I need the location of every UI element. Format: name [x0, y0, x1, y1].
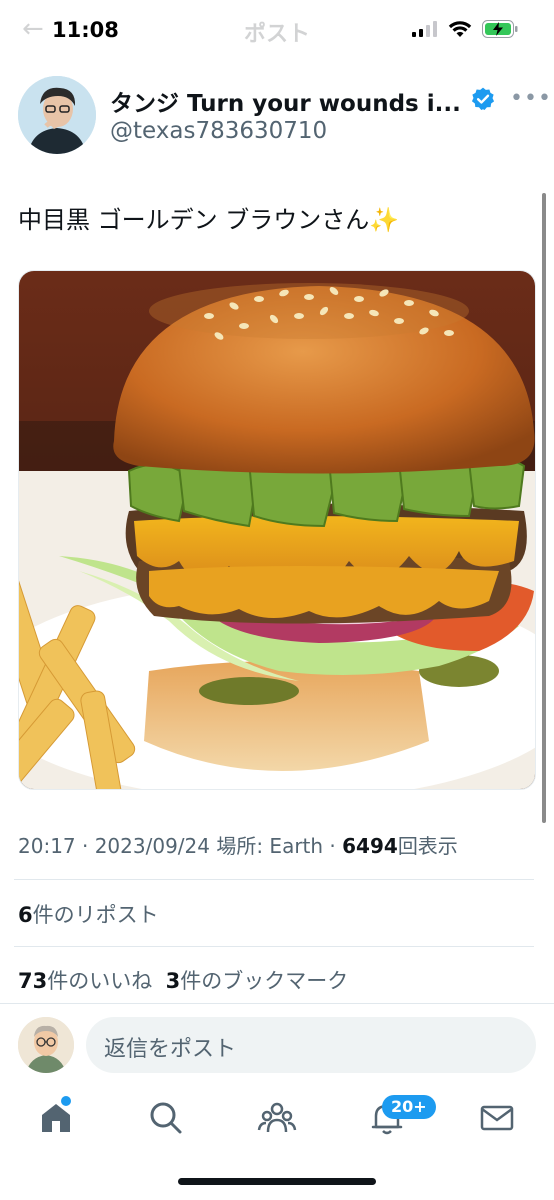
author-avatar[interactable] — [18, 76, 96, 154]
bookmarks-label: 件のブックマーク — [180, 969, 349, 993]
views-count: 6494 — [342, 834, 398, 858]
likes-label: 件のいいね — [47, 969, 153, 993]
reposts-count: 6 — [18, 903, 33, 927]
messages-icon[interactable] — [477, 1098, 517, 1138]
communities-icon[interactable] — [257, 1098, 297, 1138]
divider — [14, 946, 534, 947]
signal-icon — [412, 21, 437, 37]
home-indicator[interactable] — [178, 1178, 376, 1185]
post-media-image[interactable] — [18, 270, 536, 790]
post-timestamp: 20:17 · 2023/09/24 場所: Earth · — [18, 834, 343, 858]
reply-input[interactable]: 返信をポスト — [86, 1017, 536, 1073]
burger-photo — [19, 271, 535, 789]
more-options-icon[interactable]: ••• — [510, 86, 552, 111]
status-bar: 11:08 — [0, 0, 554, 62]
home-unread-dot — [61, 1096, 71, 1106]
divider — [14, 879, 534, 880]
author-display-name[interactable]: タンジ Turn your wounds i... — [110, 84, 461, 118]
bookmarks-stat[interactable]: 3件のブックマーク — [166, 969, 349, 993]
post-text: 中目黒 ゴールデン ブラウンさん✨ — [18, 206, 400, 234]
search-icon[interactable] — [146, 1098, 186, 1138]
reply-placeholder: 返信をポスト — [104, 1037, 237, 1062]
verified-badge-icon — [471, 87, 495, 111]
bookmarks-count: 3 — [165, 969, 181, 993]
reposts-label: 件のリポスト — [32, 903, 159, 927]
notifications-badge: 20+ — [382, 1095, 436, 1119]
post-meta: 20:17 · 2023/09/24 場所: Earth · 6494回表示 — [18, 830, 458, 859]
likes-bookmarks-stat: 73件のいいね 3件のブックマーク — [18, 965, 348, 995]
my-avatar[interactable] — [18, 1017, 74, 1073]
status-time: 11:08 — [52, 18, 119, 42]
author-handle[interactable]: @texas783630710 — [110, 118, 327, 144]
likes-stat[interactable]: 73件のいいね — [18, 969, 152, 993]
views-label: 回表示 — [397, 834, 458, 858]
battery-charging-icon — [482, 20, 518, 38]
divider — [0, 1003, 554, 1004]
likes-count: 73 — [18, 969, 48, 993]
scrollbar[interactable] — [542, 193, 546, 823]
wifi-icon — [448, 21, 472, 37]
reposts-stat[interactable]: 6件のリポスト — [18, 899, 159, 929]
